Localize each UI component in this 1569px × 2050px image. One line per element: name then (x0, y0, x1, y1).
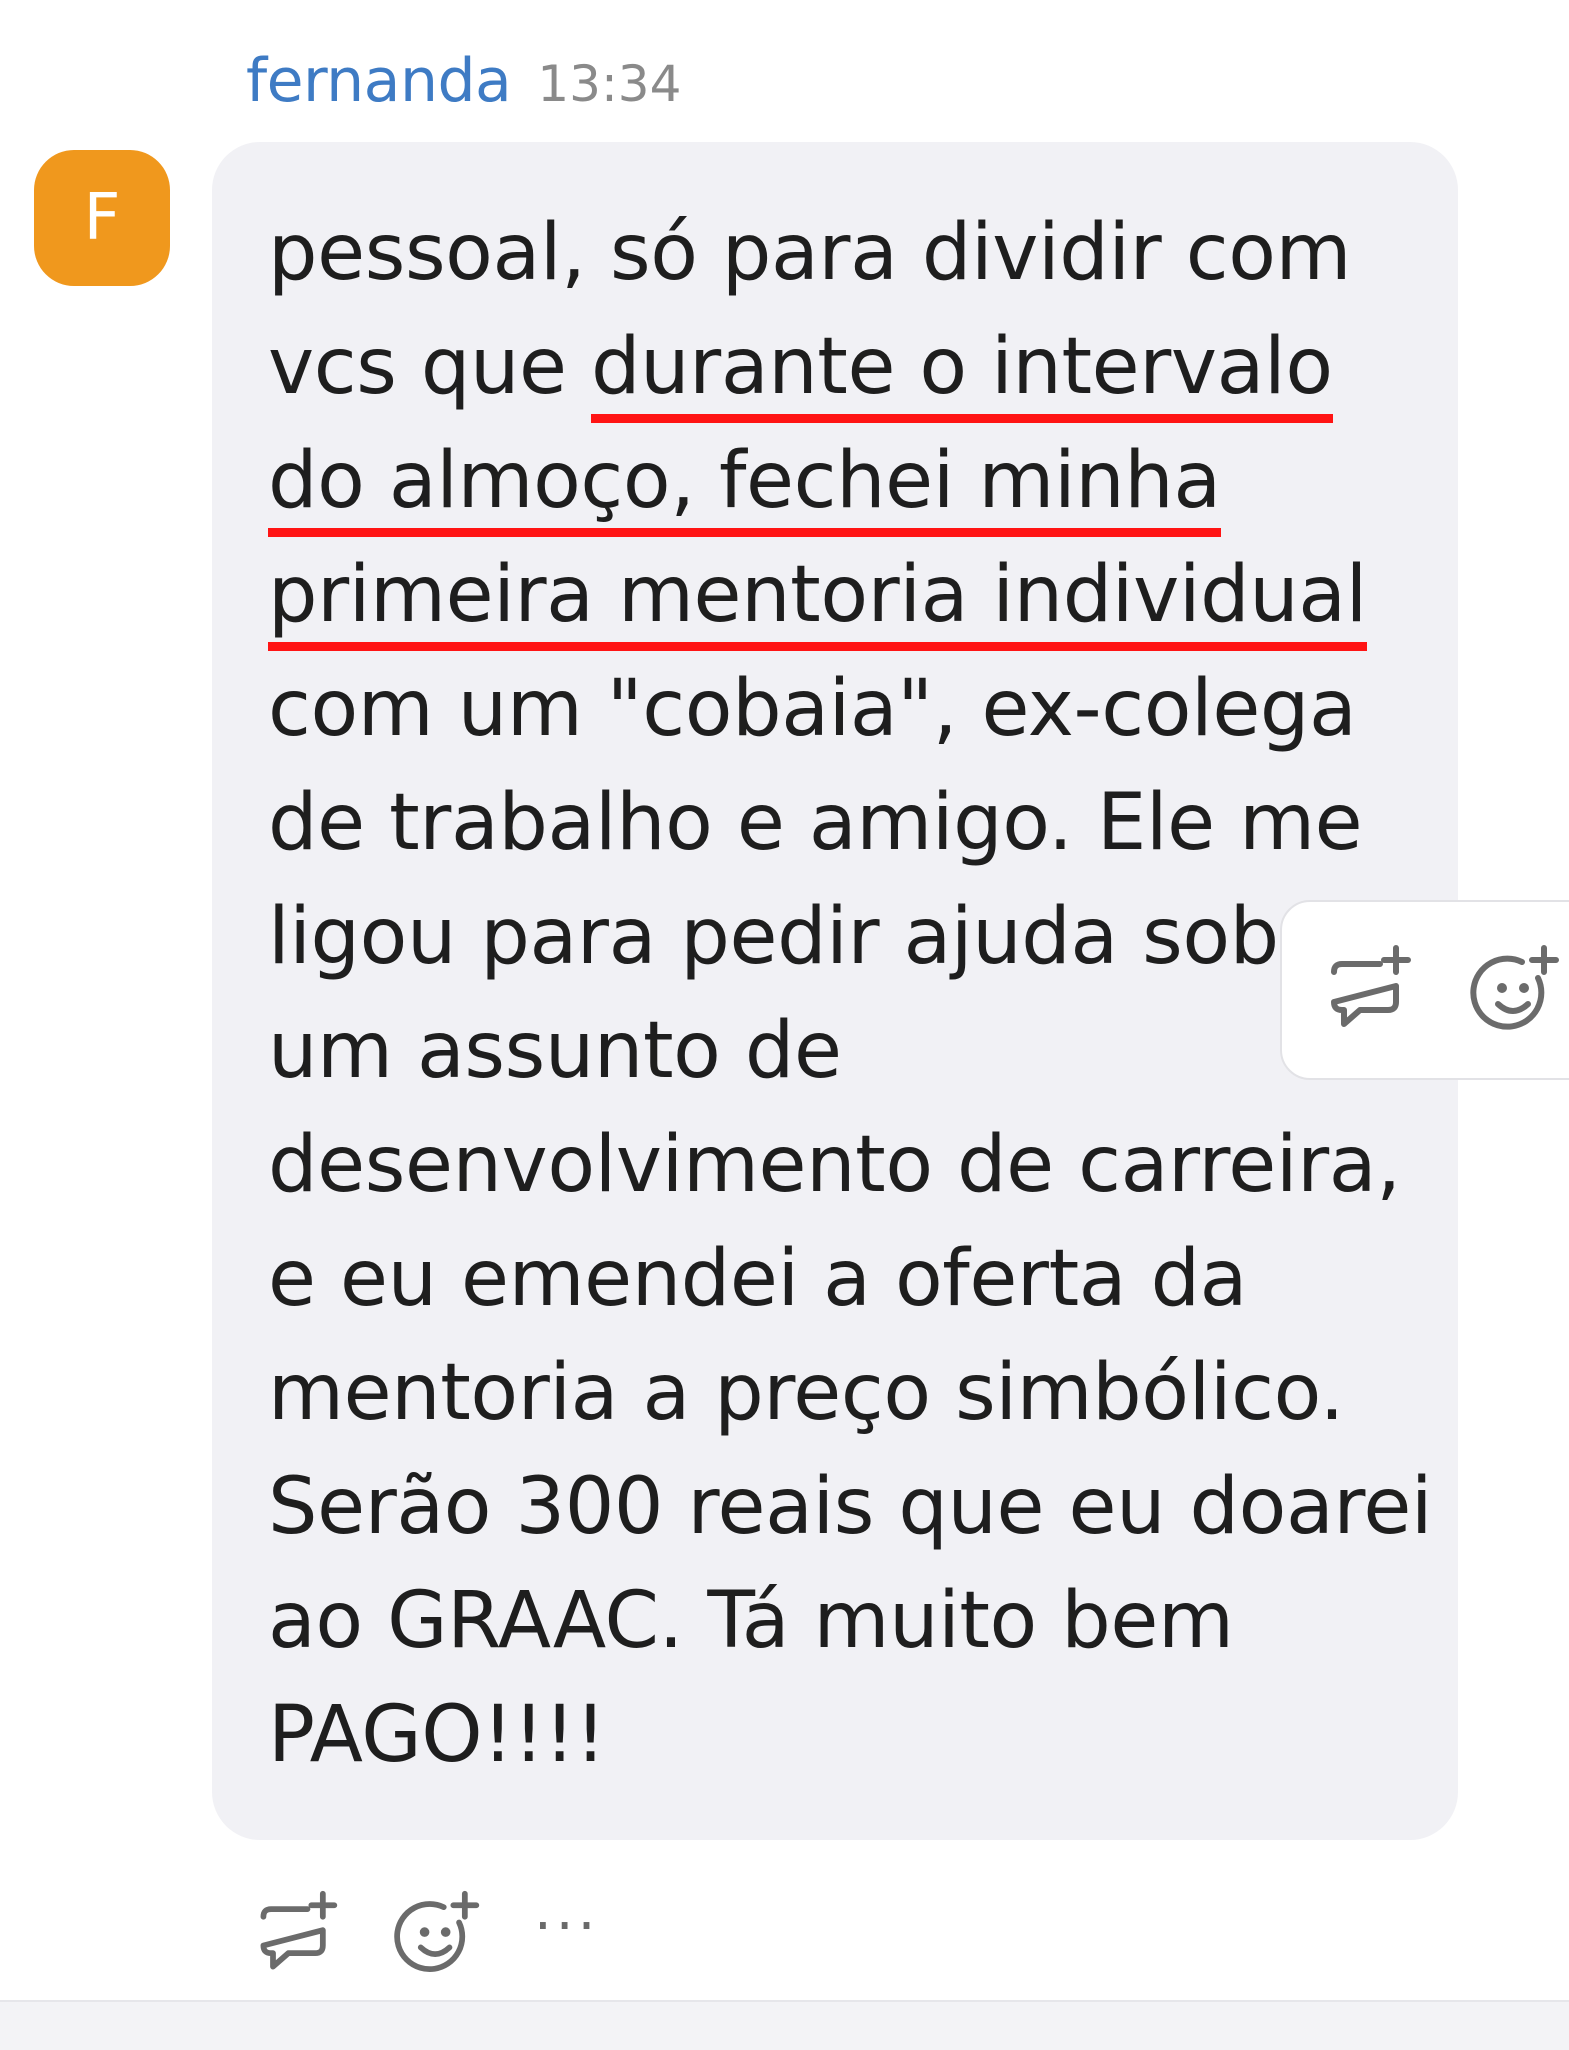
underlined-text: do almoço, fechei minha (268, 436, 1221, 537)
message-line: primeira mentoria individual (268, 538, 1418, 652)
message-line: PAGO!!!! (268, 1690, 606, 1780)
underlined-text: durante o intervalo (591, 322, 1333, 423)
message-line: ao GRAAC. Tá muito bem (268, 1576, 1234, 1666)
message-bubble: pessoal, só para dividir com vcs que dur… (212, 142, 1458, 1840)
add-reaction-icon[interactable] (392, 1888, 484, 1980)
message-header: fernanda 13:34 (246, 46, 681, 126)
message-line: um assunto de (268, 1006, 842, 1096)
message-text: pessoal, só para dividir com vcs que dur… (268, 196, 1433, 1792)
avatar-letter: F (83, 181, 121, 255)
message-line: com um "cobaia", ex-colega (268, 664, 1357, 754)
message-hover-toolbar (1280, 900, 1569, 1080)
message-line: desenvolvimento de carreira, (268, 1120, 1401, 1210)
author-name[interactable]: fernanda (246, 46, 512, 116)
composer-edge (0, 2000, 1569, 2050)
underlined-text: primeira mentoria individual (268, 550, 1367, 651)
message-line: e eu emendei a oferta da (268, 1234, 1248, 1324)
message-actions: ··· (250, 1884, 599, 1984)
reply-in-thread-icon[interactable] (1320, 942, 1416, 1038)
message-timestamp: 13:34 (537, 55, 682, 113)
more-options-icon[interactable]: ··· (534, 1899, 599, 1955)
message-line: mentoria a preço simbólico. (268, 1348, 1344, 1438)
add-reaction-icon[interactable] (1468, 942, 1564, 1038)
message-line: vcs que durante o intervalo (268, 310, 1418, 424)
reply-in-thread-icon[interactable] (250, 1888, 342, 1980)
message-line: de trabalho e amigo. Ele me (268, 778, 1363, 868)
message-line: ligou para pedir ajuda sobr (268, 892, 1311, 982)
message-line: do almoço, fechei minha (268, 424, 1418, 538)
message-line: pessoal, só para dividir com (268, 208, 1352, 298)
avatar[interactable]: F (34, 150, 170, 286)
message-line: Serão 300 reais que eu doarei (268, 1462, 1433, 1552)
